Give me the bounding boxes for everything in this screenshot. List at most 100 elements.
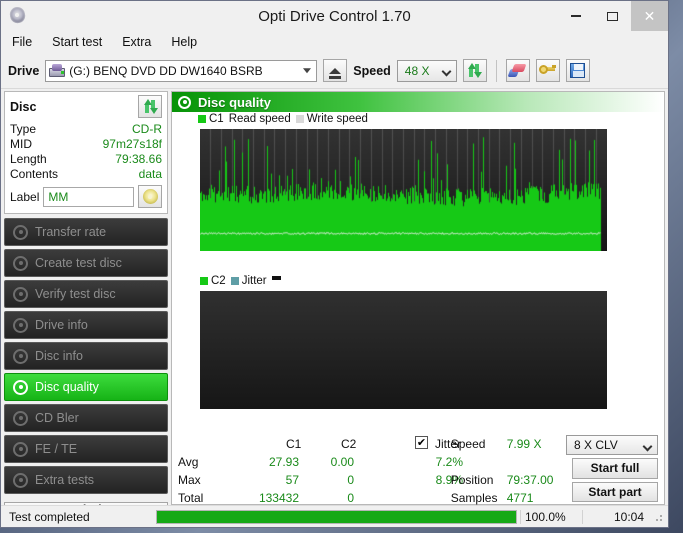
sidebar-item-drive-info[interactable]: Drive info — [4, 311, 168, 339]
legend-swatch-icon — [200, 277, 208, 286]
disc-label-row: Label MM — [10, 185, 162, 208]
floppy-save-icon — [570, 63, 586, 78]
speed-select[interactable]: 48 X — [396, 59, 457, 82]
menu-item-help[interactable]: Help — [168, 33, 200, 51]
disc-row-type-value: CD-R — [132, 122, 162, 136]
disc-row-contents: Contents data — [10, 167, 162, 182]
progress-bar-fill — [157, 510, 516, 523]
start-full-button[interactable]: Start full — [572, 458, 658, 479]
samples-key: Samples — [450, 491, 498, 505]
title-bar: Opti Drive Control 1.70 ✕ — [1, 1, 668, 31]
nav-list: Transfer rate Create test disc Verify te… — [4, 218, 168, 494]
erase-button[interactable] — [505, 59, 530, 82]
speed-value: 7.99 X — [506, 437, 542, 451]
legend-item-write-speed: Write speed — [295, 113, 368, 125]
test-controls: 8 X CLV Start full Start part — [566, 435, 660, 502]
cell-c2-total: 0 — [347, 491, 354, 505]
refresh-icon — [467, 63, 483, 78]
body: Disc Type CD-R MID 97m27s18f Length 79:3… — [1, 89, 668, 518]
run-stats-table: Speed 7.99 X Position 79:37.00 Samples 4… — [445, 435, 566, 505]
chart2-legend: C2 Jitter — [200, 275, 281, 287]
sidebar-item-disc-quality[interactable]: Disc quality — [4, 373, 168, 401]
menu-item-start-test[interactable]: Start test — [49, 33, 105, 51]
sidebar: Disc Type CD-R MID 97m27s18f Length 79:3… — [1, 89, 171, 518]
disc-refresh-button[interactable] — [138, 95, 162, 118]
keys-icon — [539, 63, 557, 78]
position-value: 79:37.00 — [506, 473, 554, 487]
keys-button[interactable] — [535, 59, 560, 82]
disc-panel-header: Disc — [10, 95, 162, 118]
refresh-icon — [143, 99, 158, 114]
position-key: Position — [450, 473, 494, 487]
legend-label: Jitter — [241, 275, 267, 288]
elapsed-time: 10:04 — [582, 509, 652, 524]
disc-icon — [13, 224, 28, 240]
eject-button[interactable] — [323, 59, 348, 82]
eject-icon — [329, 67, 342, 79]
resize-grip-icon[interactable] — [652, 511, 664, 523]
sidebar-item-extra-tests[interactable]: Extra tests — [4, 466, 168, 494]
chevron-down-icon — [642, 441, 653, 452]
c1-read-speed-chart[interactable]: C1 Read speed Write speed — [172, 113, 664, 277]
disc-row-contents-value: data — [138, 167, 162, 181]
speed-label: Speed — [353, 63, 391, 78]
write-strategy-select[interactable]: 8 X CLV — [566, 435, 658, 456]
chart2-plot-area[interactable] — [200, 291, 607, 410]
sidebar-item-transfer-rate[interactable]: Transfer rate — [4, 218, 168, 246]
jitter-checkbox[interactable]: ✔ — [415, 436, 428, 449]
chevron-down-icon — [303, 67, 312, 73]
maximize-button[interactable] — [594, 1, 631, 31]
close-button[interactable]: ✕ — [631, 1, 668, 31]
sidebar-item-label: Extra tests — [35, 473, 95, 487]
start-part-button[interactable]: Start part — [572, 481, 658, 502]
disc-row-length: Length 79:38.66 — [10, 152, 162, 167]
minimize-button[interactable] — [557, 1, 594, 31]
charts-container: C1 Read speed Write speed C2 Jitter — [172, 112, 664, 432]
disc-panel-title: Disc — [10, 99, 37, 114]
toolbar: Drive (G:) BENQ DVD DD DW1640 BSRB Speed… — [1, 53, 668, 89]
chart1-plot-area[interactable] — [200, 129, 607, 251]
drive-select[interactable]: (G:) BENQ DVD DD DW1640 BSRB — [45, 59, 318, 82]
disc-label-input[interactable]: MM — [43, 186, 134, 207]
sidebar-item-verify-test-disc[interactable]: Verify test disc — [4, 280, 168, 308]
maximize-icon — [607, 11, 618, 21]
app-disc-icon — [7, 5, 29, 27]
application-window: Opti Drive Control 1.70 ✕ File Start tes… — [0, 0, 669, 528]
disc-row-mid: MID 97m27s18f — [10, 137, 162, 152]
disc-label-button[interactable] — [138, 185, 162, 208]
cell-c1-max: 57 — [285, 473, 299, 487]
drive-label: Drive — [8, 63, 40, 78]
status-message: Test completed — [9, 509, 90, 524]
samples-value: 4771 — [506, 491, 534, 505]
menu-item-file[interactable]: File — [9, 33, 35, 51]
disc-row-type: Type CD-R — [10, 122, 162, 137]
row-label-avg: Avg — [178, 455, 199, 469]
cell-c2-max: 0 — [347, 473, 354, 487]
toolbar-separator — [495, 59, 497, 82]
disc-icon — [13, 472, 28, 488]
sidebar-item-label: FE / TE — [35, 442, 78, 456]
disc-row-type-key: Type — [10, 122, 37, 136]
sidebar-item-label: Disc info — [35, 349, 83, 363]
sidebar-item-label: Disc quality — [35, 380, 99, 394]
stats-panel: C1 C2 Avg Max Total 27.93 57 133432 0.00… — [172, 432, 664, 505]
disc-icon — [13, 410, 28, 426]
window-controls: ✕ — [557, 1, 668, 31]
eraser-icon — [507, 63, 527, 78]
legend-marker-icon — [271, 276, 281, 281]
sidebar-item-create-test-disc[interactable]: Create test disc — [4, 249, 168, 277]
sidebar-item-fe-te[interactable]: FE / TE — [4, 435, 168, 463]
chart2-canvas — [200, 291, 607, 410]
disc-icon — [13, 286, 28, 302]
row-label-max: Max — [178, 473, 201, 487]
sidebar-item-disc-info[interactable]: Disc info — [4, 342, 168, 370]
disc-icon — [13, 379, 28, 395]
minimize-icon — [570, 15, 581, 17]
main-area: Disc quality C1 Read speed Write speed C… — [171, 89, 668, 505]
menu-item-extra[interactable]: Extra — [119, 33, 154, 51]
c2-jitter-chart[interactable]: C2 Jitter — [172, 275, 664, 432]
row-label-total: Total — [178, 491, 204, 505]
sidebar-item-cd-bler[interactable]: CD Bler — [4, 404, 168, 432]
refresh-button[interactable] — [462, 59, 487, 82]
save-button[interactable] — [565, 59, 590, 82]
